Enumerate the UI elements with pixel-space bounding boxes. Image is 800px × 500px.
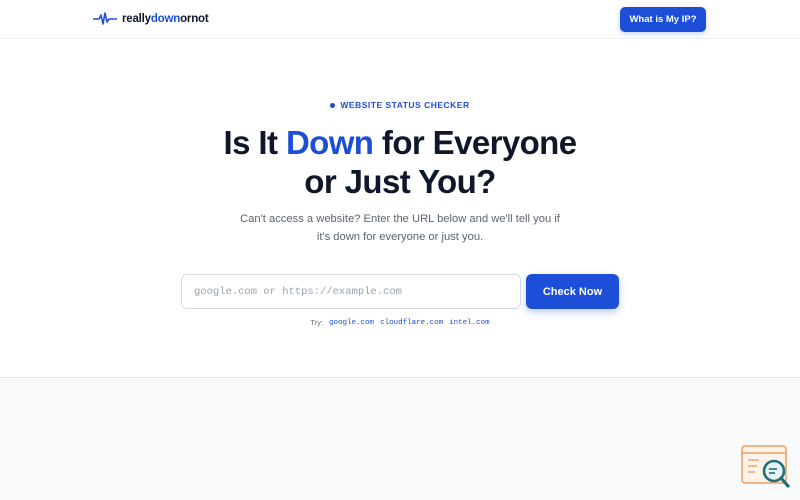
example-link-cloudflare[interactable]: cloudflare.com (380, 319, 443, 327)
site-header: reallydownornot What is My IP? (0, 0, 800, 39)
eyebrow-badge: WEBSITE STATUS CHECKER (0, 100, 800, 110)
headline-accent: Down (285, 124, 374, 161)
search-widget-button[interactable] (741, 445, 790, 488)
search-magnifier-icon (741, 445, 790, 488)
lower-section (0, 379, 800, 500)
url-check-form: Check Now (181, 274, 619, 309)
try-label: Try: (310, 318, 324, 327)
what-is-my-ip-button[interactable]: What is My IP? (620, 7, 706, 32)
example-link-intel[interactable]: intel.com (449, 319, 490, 327)
url-input[interactable] (181, 274, 521, 309)
dot-icon (330, 102, 336, 108)
try-examples: Try: google.com cloudflare.com intel.com (0, 318, 800, 327)
eyebrow-label: WEBSITE STATUS CHECKER (340, 100, 470, 110)
hero-section: WEBSITE STATUS CHECKER Is It Down for Ev… (0, 40, 800, 378)
check-now-button[interactable]: Check Now (526, 274, 619, 309)
heartbeat-icon (93, 12, 117, 25)
hero-description: Can't access a website? Enter the URL be… (240, 213, 560, 243)
page-title: Is It Down for Everyone or Just You? (223, 124, 578, 200)
site-logo[interactable]: reallydownornot (93, 10, 209, 28)
logo-text: reallydownornot (122, 13, 209, 25)
example-link-google[interactable]: google.com (329, 319, 374, 327)
